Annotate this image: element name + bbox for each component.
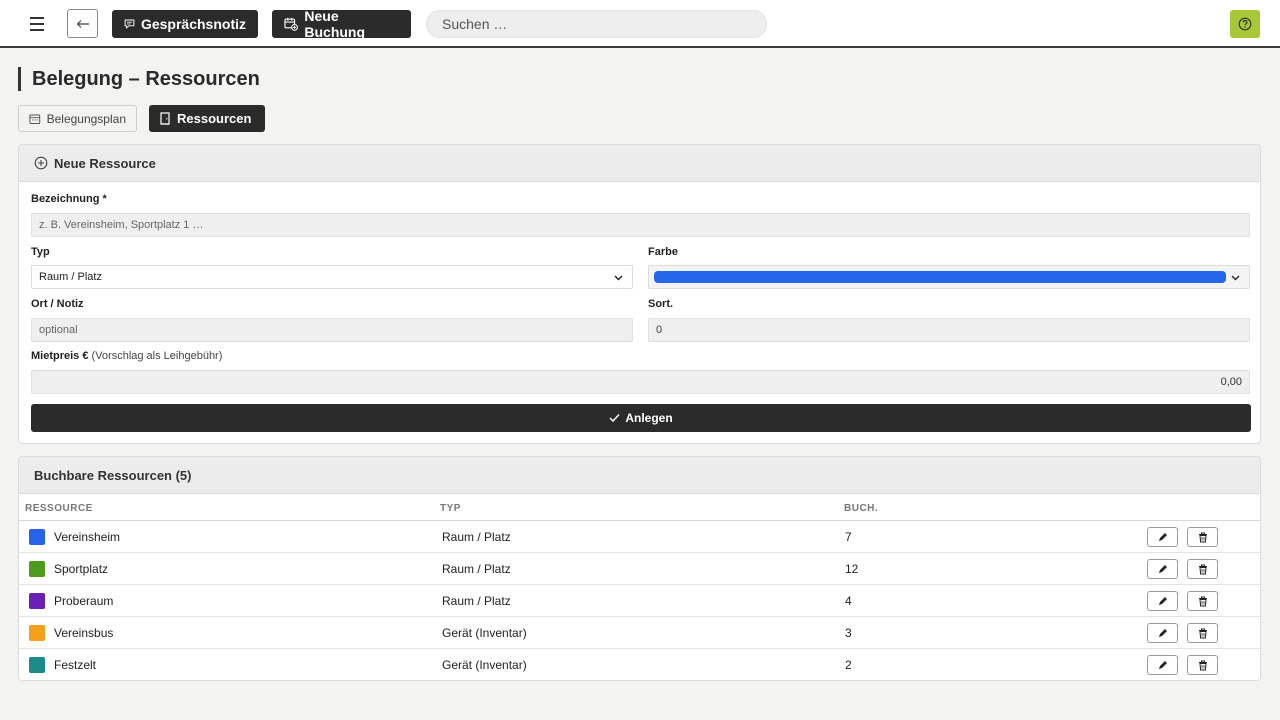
create-button-label: Anlegen	[625, 411, 673, 425]
new-resource-title: Neue Ressource	[54, 155, 156, 171]
location-label: Ort / Notiz	[31, 298, 84, 310]
color-swatch	[29, 561, 45, 577]
trash-icon	[1198, 564, 1207, 574]
color-swatch	[29, 625, 45, 641]
color-swatch	[29, 529, 45, 545]
name-input[interactable]	[31, 213, 1250, 237]
price-label: Mietpreis € (Vorschlag als Leihgebühr)	[31, 350, 222, 362]
delete-button[interactable]	[1187, 623, 1218, 643]
tab-belegungsplan[interactable]: Belegungsplan	[18, 105, 137, 132]
edit-button[interactable]	[1147, 591, 1178, 611]
back-button[interactable]	[67, 9, 98, 38]
delete-button[interactable]	[1187, 559, 1218, 579]
pencil-icon	[1159, 596, 1167, 605]
color-select[interactable]	[648, 265, 1250, 289]
type-select-value: Raum / Platz	[39, 271, 102, 283]
color-swatch	[29, 657, 45, 673]
resource-type: Raum / Platz	[442, 594, 511, 608]
new-booking-button[interactable]: Neue Buchung	[272, 8, 411, 40]
hamburger-menu-icon[interactable]	[24, 12, 50, 36]
create-button[interactable]: Anlegen	[31, 404, 1251, 432]
plus-circle-icon	[34, 156, 48, 170]
edit-button[interactable]	[1147, 559, 1178, 579]
price-input[interactable]	[31, 370, 1250, 394]
resource-type: Raum / Platz	[442, 530, 511, 544]
color-preview	[654, 271, 1226, 283]
new-resource-header: Neue Ressource	[19, 145, 1260, 182]
resources-header: Buchbare Ressourcen (5)	[19, 457, 1260, 494]
tab-ressourcen-label: Ressourcen	[177, 111, 252, 126]
edit-button[interactable]	[1147, 655, 1178, 675]
type-select[interactable]: Raum / Platz	[31, 265, 633, 289]
page-title: Belegung – Ressourcen	[18, 67, 260, 91]
calendar-icon	[29, 113, 41, 124]
pencil-icon	[1159, 564, 1167, 573]
help-button[interactable]	[1230, 10, 1260, 38]
resource-bookings: 2	[845, 658, 852, 672]
pencil-icon	[1159, 628, 1167, 637]
name-label: Bezeichnung *	[31, 193, 107, 205]
price-hint: (Vorschlag als Leihgebühr)	[91, 350, 223, 362]
table-row: Sportplatz Raum / Platz 12	[19, 553, 1260, 585]
table-row: Proberaum Raum / Platz 4	[19, 585, 1260, 617]
arrow-left-icon	[76, 19, 89, 28]
tab-belegungsplan-label: Belegungsplan	[46, 111, 126, 126]
new-booking-label: Neue Buchung	[304, 8, 366, 40]
table-row: Vereinsbus Gerät (Inventar) 3	[19, 617, 1260, 649]
top-bar: Gesprächsnotiz Neue Buchung	[0, 0, 1280, 48]
pencil-icon	[1159, 660, 1167, 669]
conversation-note-label: Gesprächsnotiz	[140, 16, 246, 32]
tab-ressourcen[interactable]: Ressourcen	[149, 105, 265, 132]
question-icon	[1238, 17, 1252, 31]
check-icon	[609, 413, 620, 423]
chevron-down-icon	[614, 275, 623, 281]
trash-icon	[1198, 532, 1207, 542]
resource-type: Raum / Platz	[442, 562, 511, 576]
resource-name: Vereinsheim	[54, 530, 121, 544]
price-label-text: Mietpreis €	[31, 350, 89, 362]
resource-bookings: 12	[845, 562, 859, 576]
type-label: Typ	[31, 246, 50, 258]
table-row: Festzelt Gerät (Inventar) 2	[19, 649, 1260, 680]
sort-input[interactable]	[648, 318, 1250, 342]
resource-bookings: 3	[845, 626, 852, 640]
table-row: Vereinsheim Raum / Platz 7	[19, 521, 1260, 553]
column-header-bookings: BUCH.	[844, 503, 879, 514]
resources-title: Buchbare Ressourcen (5)	[34, 467, 192, 483]
pencil-icon	[1159, 532, 1167, 541]
chevron-down-icon	[1231, 275, 1240, 281]
resource-name: Sportplatz	[54, 562, 109, 576]
column-header-resource: RESSOURCE	[25, 503, 93, 514]
sort-label: Sort.	[648, 298, 674, 310]
resource-bookings: 4	[845, 594, 852, 608]
resource-name: Festzelt	[54, 658, 97, 672]
edit-button[interactable]	[1147, 623, 1178, 643]
color-label: Farbe	[648, 246, 678, 258]
door-icon	[160, 112, 170, 125]
delete-button[interactable]	[1187, 591, 1218, 611]
edit-button[interactable]	[1147, 527, 1178, 547]
column-header-type: TYP	[440, 503, 461, 514]
trash-icon	[1198, 628, 1207, 638]
trash-icon	[1198, 660, 1207, 670]
conversation-note-button[interactable]: Gesprächsnotiz	[112, 10, 258, 38]
table-header: RESSOURCE TYP BUCH.	[19, 494, 1260, 521]
new-resource-panel: Neue Ressource Bezeichnung * Typ Raum / …	[18, 144, 1261, 444]
resources-panel: Buchbare Ressourcen (5) RESSOURCE TYP BU…	[18, 456, 1261, 681]
chat-note-icon	[124, 19, 135, 29]
resource-type: Gerät (Inventar)	[442, 658, 527, 672]
resource-type: Gerät (Inventar)	[442, 626, 527, 640]
resource-name: Proberaum	[54, 594, 114, 608]
location-input[interactable]	[31, 318, 633, 342]
delete-button[interactable]	[1187, 527, 1218, 547]
resource-name: Vereinsbus	[54, 626, 114, 640]
search-input[interactable]	[426, 10, 767, 38]
resource-bookings: 7	[845, 530, 852, 544]
delete-button[interactable]	[1187, 655, 1218, 675]
calendar-plus-icon	[284, 17, 298, 31]
color-swatch	[29, 593, 45, 609]
trash-icon	[1198, 596, 1207, 606]
